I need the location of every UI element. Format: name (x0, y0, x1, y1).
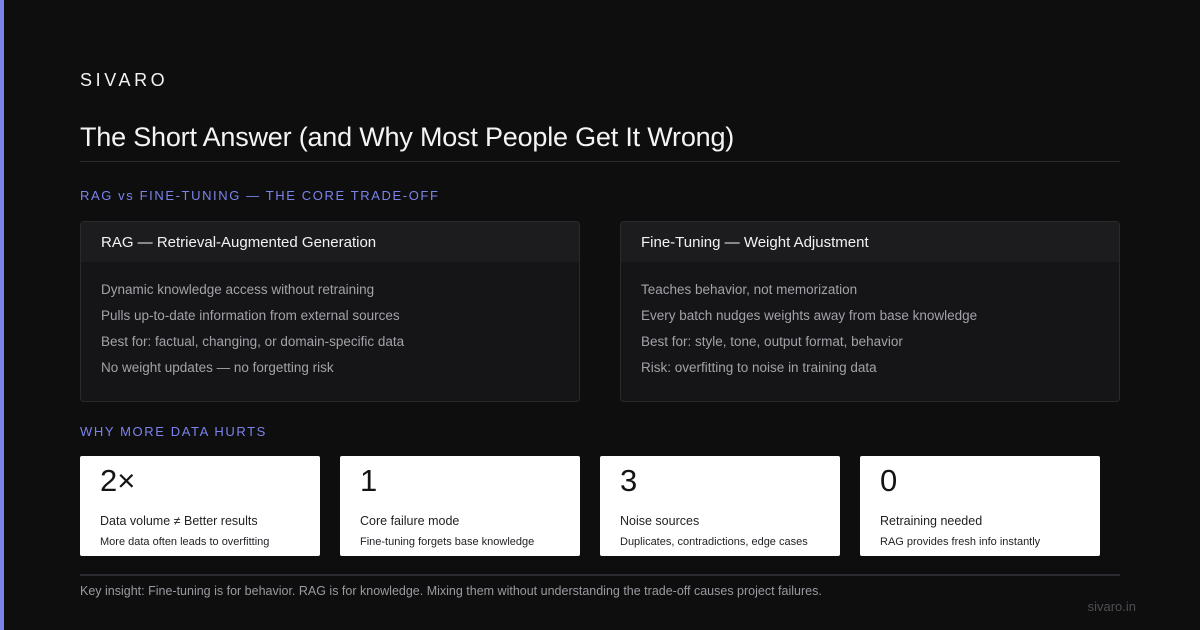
stat-card: 2× Data volume ≠ Better results More dat… (80, 456, 320, 556)
card-title: RAG — Retrieval-Augmented Generation (101, 233, 377, 251)
section-label-data-hurts: WHY MORE DATA HURTS (80, 424, 267, 439)
stat-description: Fine-tuning forgets base knowledge (360, 536, 535, 548)
brand-logo: SIVARO (80, 70, 169, 90)
card-header: RAG — Retrieval-Augmented Generation (81, 222, 579, 262)
stat-description: RAG provides fresh info instantly (880, 536, 1041, 548)
list-item: Risk: overfitting to noise in training d… (641, 360, 877, 375)
footer-url: sivaro.in (1087, 599, 1136, 614)
list-item: Every batch nudges weights away from bas… (641, 308, 978, 323)
stat-title: Data volume ≠ Better results (100, 514, 258, 528)
list-item: Best for: factual, changing, or domain-s… (101, 334, 405, 349)
list-item: Teaches behavior, not memorization (641, 282, 858, 297)
card-fine-tuning: Fine-Tuning — Weight Adjustment Teaches … (620, 221, 1120, 402)
list-item: Pulls up-to-date information from extern… (101, 308, 400, 323)
key-insight: Key insight: Fine-tuning is for behavior… (80, 584, 822, 598)
card-body: Dynamic knowledge access without retrain… (81, 262, 579, 381)
list-item: No weight updates — no forgetting risk (101, 360, 334, 375)
stat-description: Duplicates, contradictions, edge cases (620, 536, 808, 548)
section-label-trade-off: RAG vs FINE-TUNING — THE CORE TRADE-OFF (80, 188, 440, 203)
stat-title: Core failure mode (360, 514, 460, 528)
stat-card: 3 Noise sources Duplicates, contradictio… (600, 456, 840, 556)
list-item: Best for: style, tone, output format, be… (641, 334, 903, 349)
accent-bar (0, 0, 4, 630)
stat-card: 0 Retraining needed RAG provides fresh i… (860, 456, 1100, 556)
stat-title: Noise sources (620, 514, 700, 528)
stat-value: 3 (620, 463, 638, 498)
stat-value: 2× (100, 463, 136, 498)
page-title: The Short Answer (and Why Most People Ge… (80, 122, 735, 152)
list-item: Dynamic knowledge access without retrain… (101, 282, 375, 297)
card-title: Fine-Tuning — Weight Adjustment (641, 233, 869, 251)
title-divider (80, 161, 1120, 162)
stat-value: 1 (360, 463, 378, 498)
card-rag: RAG — Retrieval-Augmented Generation Dyn… (80, 221, 580, 402)
card-body: Teaches behavior, not memorization Every… (621, 262, 1119, 381)
stat-card: 1 Core failure mode Fine-tuning forgets … (340, 456, 580, 556)
stat-description: More data often leads to overfitting (100, 536, 270, 548)
card-header: Fine-Tuning — Weight Adjustment (621, 222, 1119, 262)
stat-title: Retraining needed (880, 514, 983, 528)
footer-divider (80, 574, 1120, 576)
stat-value: 0 (880, 463, 898, 498)
